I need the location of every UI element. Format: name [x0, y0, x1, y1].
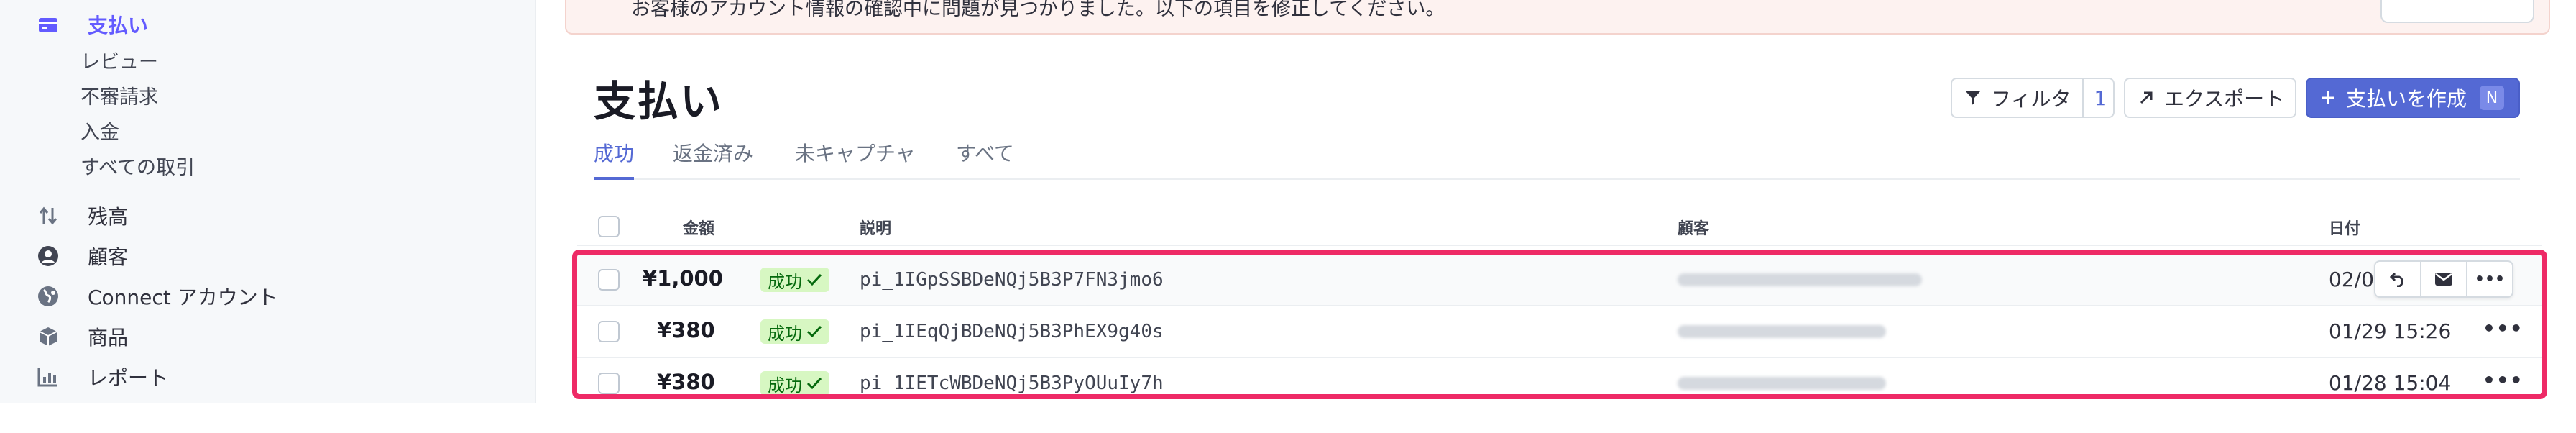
select-all-checkbox[interactable] — [598, 216, 620, 237]
keyboard-shortcut-badge: N — [2480, 86, 2505, 110]
header-divider — [577, 245, 2542, 246]
sidebar-item-customers[interactable]: 顧客 — [36, 242, 128, 270]
sidebar: 支払い レビュー 不審請求 入金 すべての取引 残高 顧客 Connect アカ… — [0, 0, 536, 403]
sidebar-subitem-review[interactable]: レビュー — [80, 46, 158, 74]
column-header-description: 説明 — [860, 220, 892, 238]
sidebar-item-products[interactable]: 商品 — [36, 322, 128, 351]
sidebar-item-reports[interactable]: レポート — [36, 363, 168, 391]
annotation-highlight-box — [572, 250, 2547, 399]
arrow-up-right-icon — [2138, 90, 2154, 106]
filter-button[interactable]: フィルタ 1 — [1951, 78, 2115, 118]
balance-arrows-icon — [36, 204, 60, 228]
payments-icon — [36, 12, 60, 37]
customer-icon — [36, 244, 60, 268]
sidebar-item-payments[interactable]: 支払い — [36, 10, 148, 39]
page-title: 支払い — [594, 77, 724, 126]
create-payment-label: 支払いを作成 — [2346, 87, 2467, 111]
tab-uncaptured[interactable]: 未キャプチャ — [795, 138, 916, 177]
sidebar-item-balance[interactable]: 残高 — [36, 201, 128, 230]
sidebar-item-label: 商品 — [88, 326, 129, 350]
box-icon — [36, 324, 60, 349]
tab-all[interactable]: すべて — [956, 138, 1014, 177]
sidebar-item-label: 残高 — [88, 205, 129, 229]
plus-icon — [2320, 90, 2336, 106]
payment-status-tabs: 成功 返金済み 未キャプチャ すべて — [594, 138, 2520, 180]
sidebar-item-label: 顧客 — [88, 245, 129, 269]
column-header-amount: 金額 — [683, 220, 715, 238]
filter-count-badge: 1 — [2082, 78, 2107, 118]
filter-label: フィルタ — [1991, 87, 2071, 111]
export-button[interactable]: エクスポート — [2124, 78, 2296, 118]
sidebar-item-label: Connect アカウント — [88, 286, 278, 309]
sidebar-subitem-all-transactions[interactable]: すべての取引 — [80, 152, 195, 180]
create-payment-button[interactable]: 支払いを作成 N — [2306, 78, 2520, 118]
column-header-date: 日付 — [2329, 220, 2361, 238]
banner-message: お客様のアカウント情報の確認中に問題が見つかりました。以下の項目を修正してくださ… — [631, 0, 1445, 20]
export-label: エクスポート — [2164, 87, 2285, 111]
column-header-customer: 顧客 — [1678, 220, 1710, 238]
tab-refunded[interactable]: 返金済み — [673, 138, 753, 177]
report-chart-icon — [36, 365, 60, 389]
sidebar-item-label: レポート — [88, 366, 169, 390]
sidebar-subitem-payouts[interactable]: 入金 — [80, 117, 119, 145]
globe-icon — [36, 284, 60, 309]
tab-succeeded[interactable]: 成功 — [594, 138, 635, 180]
page-bottom-edge — [0, 403, 2576, 433]
sidebar-item-connect[interactable]: Connect アカウント — [36, 282, 278, 311]
sidebar-subitem-disputes[interactable]: 不審請求 — [80, 81, 158, 109]
account-error-banner: お客様のアカウント情報の確認中に問題が見つかりました。以下の項目を修正してくださ… — [565, 0, 2550, 35]
banner-action-button[interactable] — [2380, 0, 2534, 23]
sidebar-item-label: 支払い — [88, 14, 149, 37]
filter-icon — [1965, 90, 1981, 106]
